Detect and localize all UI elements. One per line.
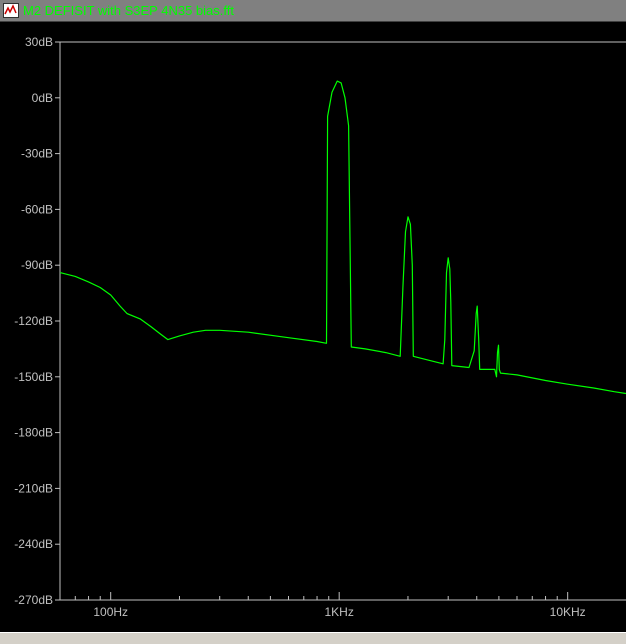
y-tick-label: -180dB (14, 426, 53, 440)
x-tick-label: 100Hz (93, 605, 128, 619)
fft-plot-pane[interactable]: 30dB 0dB -30dB -60dB -90dB -120dB -150dB -180dB… (0, 22, 626, 632)
y-tick-label: -60dB (21, 202, 53, 216)
x-tick-label: 1KHz (325, 605, 354, 619)
fft-trace (59, 80, 626, 395)
y-tick-label: -120dB (14, 314, 53, 328)
y-tick-label: 0dB (32, 91, 53, 105)
status-bar (0, 632, 626, 644)
y-tick-label: -270dB (14, 593, 53, 607)
y-tick-label: -240dB (14, 537, 53, 551)
y-tick-label: -150dB (14, 370, 53, 384)
y-tick-label: -90dB (21, 258, 53, 272)
x-tick-label: 10KHz (550, 605, 586, 619)
fft-chart[interactable]: 30dB 0dB -30dB -60dB -90dB -120dB -150dB -180dB… (0, 22, 626, 632)
plot-axes (59, 41, 626, 601)
x-axis: 100Hz 1KHz 10KHz (59, 592, 586, 619)
trace-layer (59, 80, 626, 395)
waveform-viewer-icon (3, 3, 19, 18)
y-tick-label: -30dB (21, 147, 53, 161)
y-tick-label: -210dB (14, 481, 53, 495)
window-title: M2 DEFISIT with S3EP 4N35 bias.fft (23, 3, 234, 18)
y-axis: 30dB 0dB -30dB -60dB -90dB -120dB -150dB -180dB… (14, 35, 60, 607)
window-titlebar[interactable]: M2 DEFISIT with S3EP 4N35 bias.fft (0, 0, 626, 22)
y-tick-label: 30dB (25, 35, 53, 49)
